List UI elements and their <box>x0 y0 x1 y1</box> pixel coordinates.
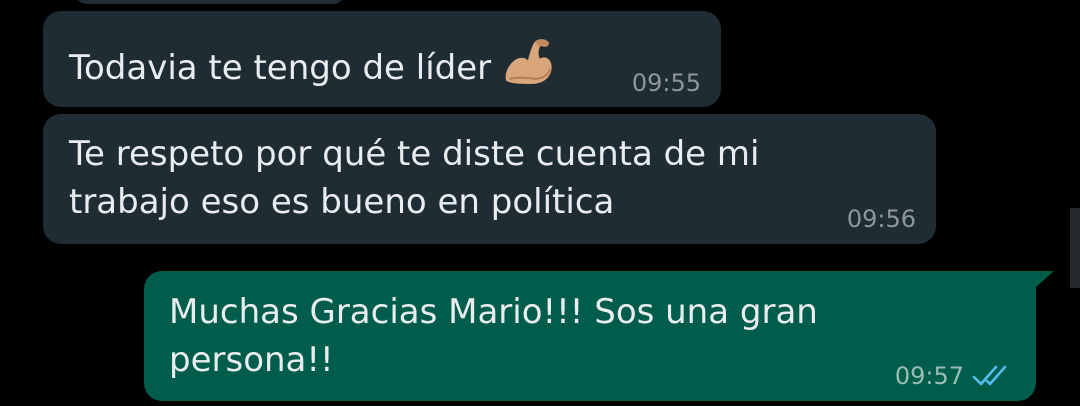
message-text-line: trabajo eso es bueno en política <box>69 182 615 222</box>
message-timestamp: 09:56 <box>846 205 916 233</box>
message-text-line: Muchas Gracias Mario!!! Sos una gran <box>169 292 818 332</box>
outgoing-bubble-tail <box>1036 271 1054 287</box>
message-text: Todavia te tengo de líder <box>69 35 555 92</box>
message-timestamp: 09:57 <box>894 362 964 390</box>
message-bubble-outgoing[interactable]: Muchas Gracias Mario!!! Sos una gran per… <box>144 271 1036 401</box>
message-text-line: Te respeto por qué te diste cuenta de mi <box>69 134 760 174</box>
flexed-biceps-icon <box>505 39 552 84</box>
message-bubble-incoming[interactable]: Todavia te tengo de líder 09:55 <box>43 11 721 107</box>
double-check-icon <box>972 365 1007 386</box>
message-timestamp: 09:55 <box>631 69 701 97</box>
scrollbar-thumb[interactable] <box>1070 208 1080 288</box>
message-bubble-incoming[interactable]: Te respeto por qué te diste cuenta de mi… <box>43 114 936 244</box>
chat-conversation: Todavia te tengo de líder 09:55 Te respe… <box>0 0 1080 406</box>
message-text-line: persona!! <box>169 340 334 380</box>
message-bubble-previous[interactable] <box>75 0 345 4</box>
